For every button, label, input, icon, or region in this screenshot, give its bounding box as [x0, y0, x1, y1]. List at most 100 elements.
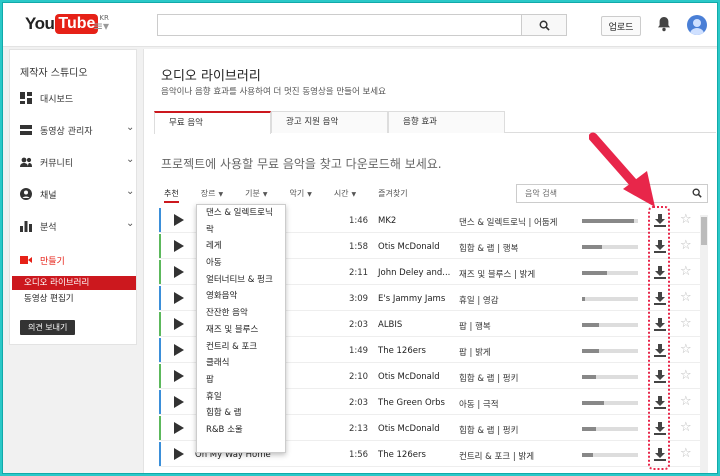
- genre-option[interactable]: 영화음악: [197, 288, 285, 305]
- genre-option[interactable]: 얼터너티브 & 펑크: [197, 272, 285, 289]
- sidebar-item-label: 채널: [40, 190, 57, 201]
- page-subtitle: 음악이나 음향 효과를 사용하여 더 멋진 동영상을 만들어 보세요: [161, 87, 386, 97]
- popularity-fill: [582, 453, 594, 457]
- filter-duration[interactable]: 시간 ▼: [334, 188, 356, 203]
- popularity-bar: [582, 219, 638, 223]
- sidebar-item-label: 대시보드: [40, 94, 74, 105]
- sidebar-item-analytics[interactable]: 분석 ⌄: [20, 218, 136, 234]
- play-icon[interactable]: [174, 422, 184, 434]
- track-genre: 힙합 & 랩 | 펑키: [459, 374, 519, 384]
- genre-option[interactable]: 레게: [197, 238, 285, 255]
- filter-favorites[interactable]: 즐겨찾기: [378, 188, 407, 203]
- sidebar-item-label: 분석: [40, 222, 57, 233]
- genre-option[interactable]: 휴일: [197, 389, 285, 406]
- star-icon[interactable]: ☆: [680, 238, 692, 253]
- genre-option[interactable]: R&B 소울: [197, 422, 285, 439]
- filter-label: 시간: [333, 189, 349, 198]
- guide-menu-icon[interactable]: ≡▾: [93, 19, 109, 33]
- filter-featured[interactable]: 추천: [164, 188, 179, 203]
- filter-mood[interactable]: 기분 ▼: [245, 188, 267, 203]
- scrollbar-thumb[interactable]: [701, 217, 707, 245]
- filter-instrument[interactable]: 악기 ▼: [289, 188, 311, 203]
- star-icon[interactable]: ☆: [680, 212, 692, 227]
- play-icon[interactable]: [174, 396, 184, 408]
- filter-label: 장르: [200, 189, 216, 198]
- genre-option[interactable]: 잔잔한 음악: [197, 305, 285, 322]
- track-artist[interactable]: ALBIS: [378, 320, 402, 330]
- track-genre: 휴일 | 영감: [459, 296, 499, 306]
- star-icon[interactable]: ☆: [680, 342, 692, 357]
- avatar[interactable]: [687, 15, 707, 35]
- filter-genre[interactable]: 장르 ▼: [201, 188, 223, 203]
- genre-option[interactable]: 컨트리 & 포크: [197, 339, 285, 356]
- track-genre: 힙합 & 랩 | 행복: [459, 244, 519, 254]
- star-icon[interactable]: ☆: [680, 420, 692, 435]
- scrollbar[interactable]: [700, 215, 708, 473]
- popularity-bar: [582, 401, 638, 405]
- sidebar-item-channel[interactable]: 채널 ⌄: [20, 186, 136, 202]
- sidebar-item-community[interactable]: 커뮤니티 ⌄: [20, 154, 136, 170]
- play-icon[interactable]: [174, 344, 184, 356]
- star-icon[interactable]: ☆: [680, 264, 692, 279]
- sidebar: 제작자 스튜디오 대시보드 동영상 관리자 ⌄ 커뮤니티 ⌄ 채널 ⌄ 분석 ⌄…: [9, 49, 137, 345]
- popularity-fill: [582, 271, 608, 275]
- genre-option[interactable]: 락: [197, 222, 285, 239]
- tab-ad-supported-music[interactable]: 광고 지원 음악: [271, 111, 388, 133]
- play-icon[interactable]: [174, 318, 184, 330]
- genre-option[interactable]: 재즈 및 블루스: [197, 322, 285, 339]
- search-icon[interactable]: [692, 188, 702, 198]
- popularity-fill: [582, 297, 585, 301]
- popularity-fill: [582, 219, 634, 223]
- notification-bell-icon[interactable]: [657, 16, 671, 35]
- play-icon[interactable]: [174, 240, 184, 252]
- track-artist[interactable]: The 126ers: [378, 346, 426, 356]
- track-artist[interactable]: The Green Orbs: [378, 398, 445, 408]
- sidebar-item-video-manager[interactable]: 동영상 관리자 ⌄: [20, 122, 136, 138]
- popularity-fill: [582, 401, 605, 405]
- genre-option[interactable]: 아동: [197, 255, 285, 272]
- sidebar-item-audio-library[interactable]: 오디오 라이브러리: [12, 276, 136, 290]
- play-icon[interactable]: [174, 448, 184, 460]
- star-icon[interactable]: ☆: [680, 316, 692, 331]
- send-feedback-button[interactable]: 의견 보내기: [20, 320, 76, 335]
- genre-option[interactable]: 클래식: [197, 355, 285, 372]
- logo-text-tube: Tube: [55, 14, 99, 34]
- track-artist[interactable]: The 126ers: [378, 450, 426, 460]
- track-duration: 1:56: [349, 450, 369, 460]
- track-artist[interactable]: Otis McDonald: [378, 424, 440, 434]
- track-stripe: [159, 364, 161, 388]
- track-artist[interactable]: MK2: [378, 216, 396, 226]
- dashboard-icon: [20, 92, 32, 104]
- page-title: 오디오 라이브러리: [161, 69, 261, 84]
- track-artist[interactable]: E's Jammy Jams: [378, 294, 445, 304]
- track-artist[interactable]: Otis McDonald: [378, 242, 440, 252]
- popularity-fill: [582, 349, 599, 353]
- track-artist[interactable]: Otis McDonald: [378, 372, 440, 382]
- community-icon: [20, 156, 32, 168]
- upload-button[interactable]: 업로드: [601, 16, 641, 36]
- genre-option[interactable]: 팝: [197, 372, 285, 389]
- track-artist[interactable]: John Deley and...: [378, 268, 450, 278]
- sidebar-item-dashboard[interactable]: 대시보드: [20, 90, 73, 106]
- genre-option[interactable]: 댄스 & 일렉트로닉: [197, 205, 285, 222]
- star-icon[interactable]: ☆: [680, 394, 692, 409]
- star-icon[interactable]: ☆: [680, 446, 692, 461]
- genre-option[interactable]: 힙합 & 랩: [197, 405, 285, 422]
- play-icon[interactable]: [174, 370, 184, 382]
- popularity-bar: [582, 323, 638, 327]
- analytics-icon: [20, 220, 32, 232]
- chevron-down-icon: ⌄: [126, 218, 135, 229]
- play-icon[interactable]: [174, 266, 184, 278]
- tab-free-music[interactable]: 무료 음악: [154, 111, 271, 134]
- search-input[interactable]: [157, 14, 522, 36]
- star-icon[interactable]: ☆: [680, 290, 692, 305]
- sidebar-item-create[interactable]: 만들기: [20, 252, 65, 268]
- tab-sound-effects[interactable]: 음향 효과: [388, 111, 505, 133]
- sidebar-item-video-editor[interactable]: 동영상 편집기: [12, 292, 136, 306]
- search-button[interactable]: [521, 14, 567, 36]
- star-icon[interactable]: ☆: [680, 368, 692, 383]
- channel-icon: [20, 188, 32, 200]
- popularity-fill: [582, 245, 602, 249]
- play-icon[interactable]: [174, 292, 184, 304]
- play-icon[interactable]: [174, 214, 184, 226]
